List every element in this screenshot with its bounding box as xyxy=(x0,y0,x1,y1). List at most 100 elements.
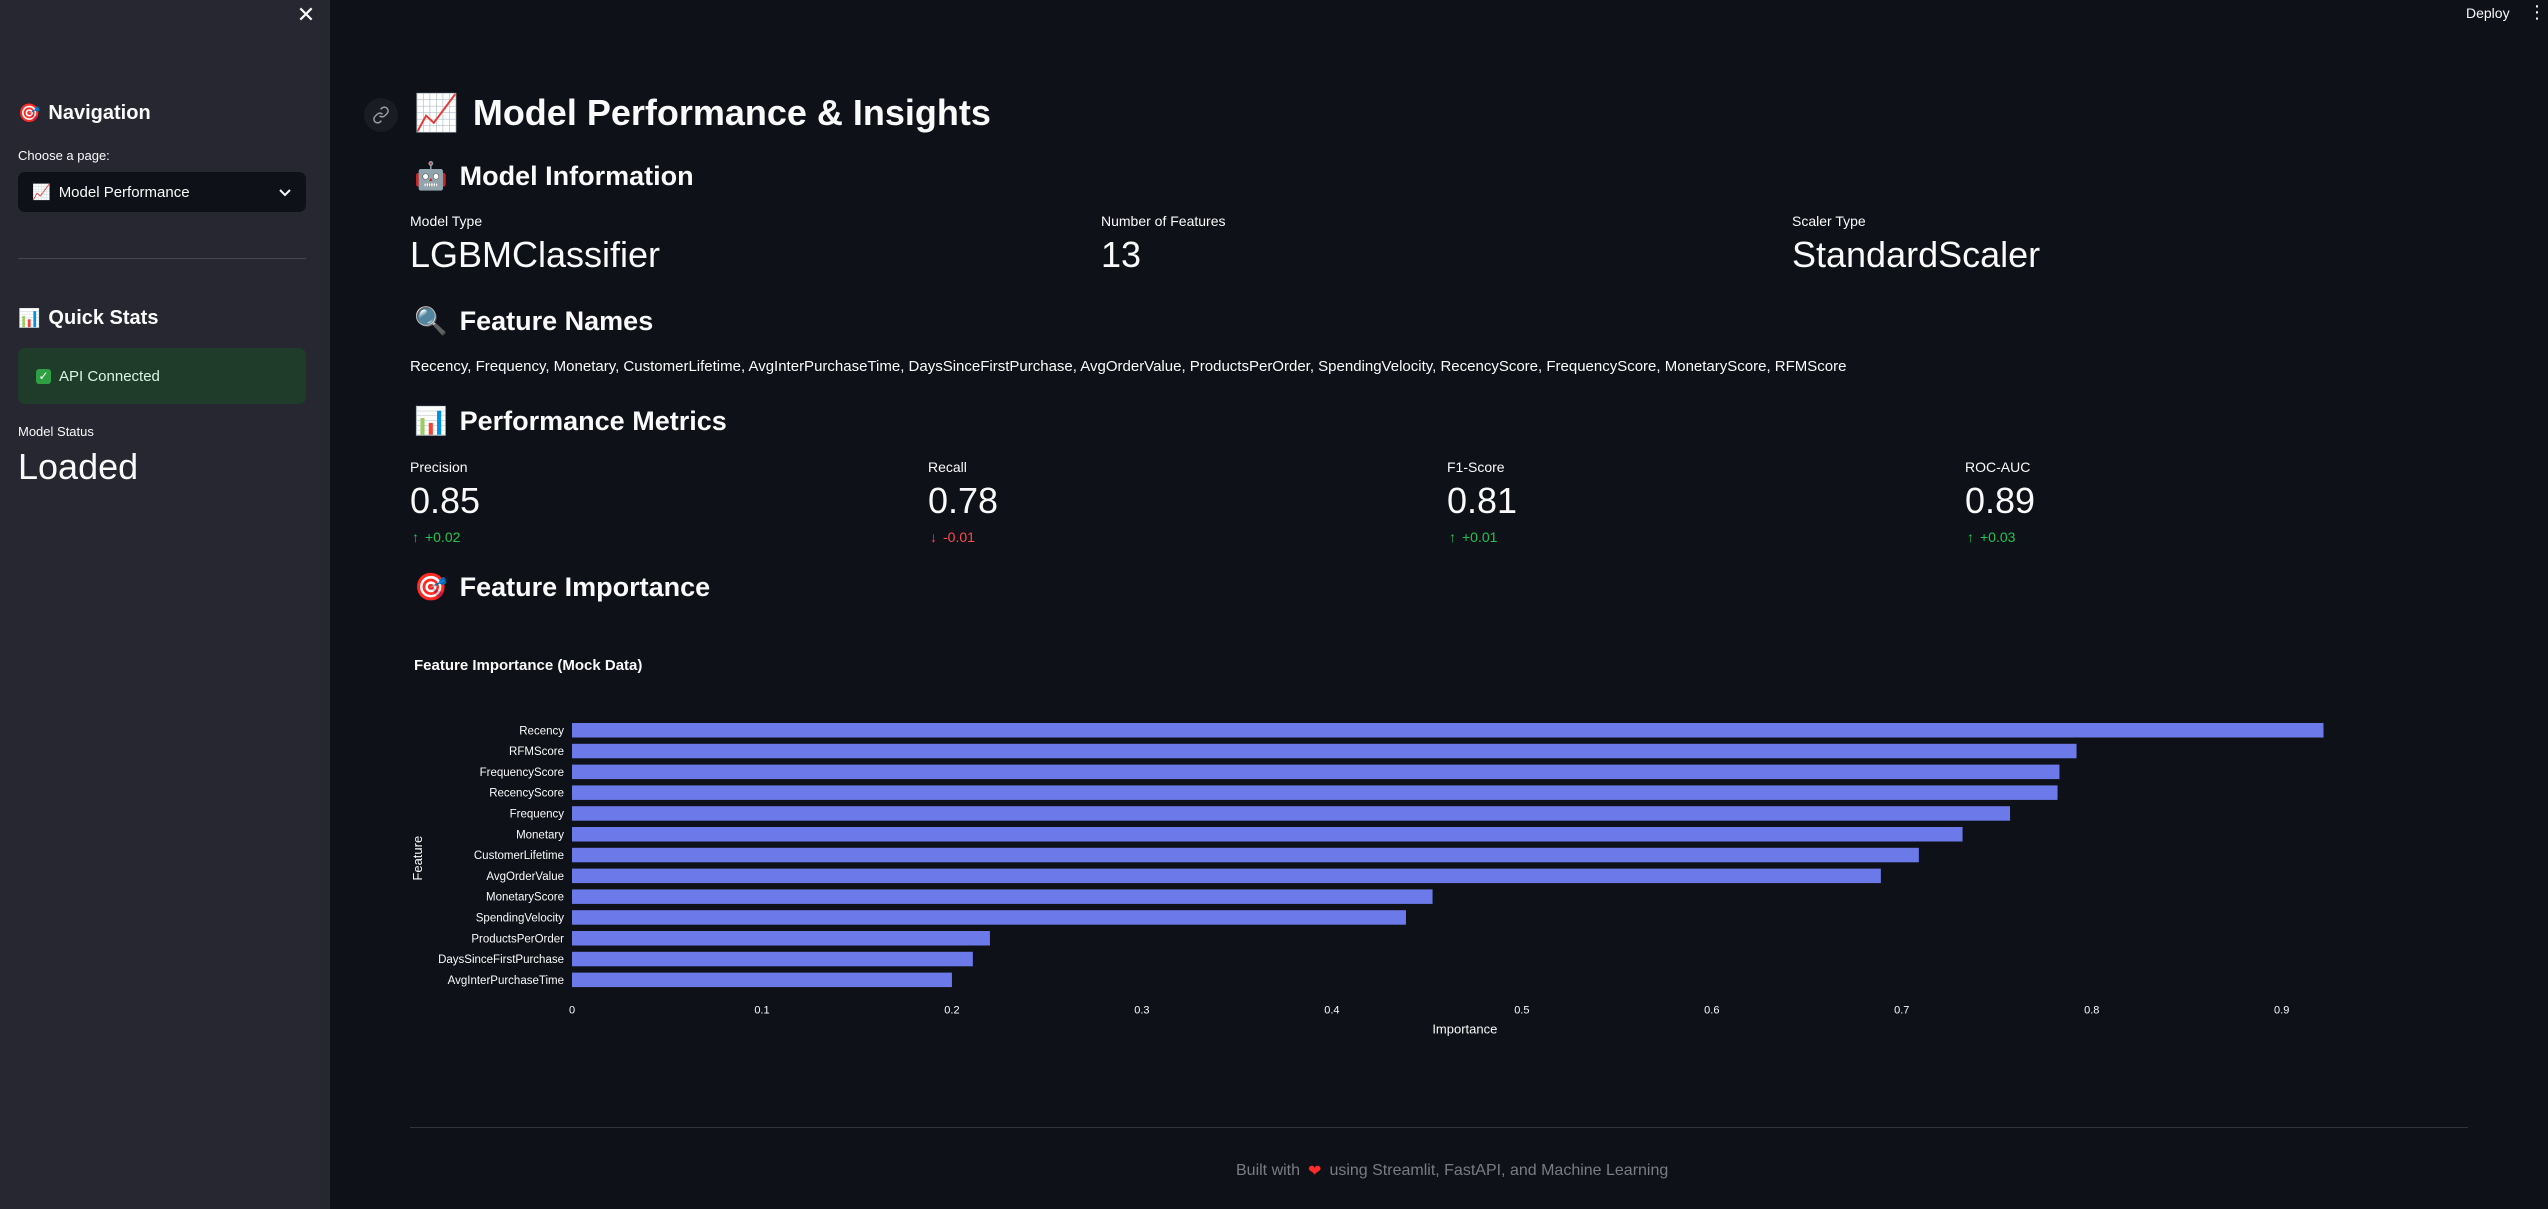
arrow-up-icon: ↑ xyxy=(1449,529,1456,545)
y-tick-label: DaysSinceFirstPurchase xyxy=(438,954,564,966)
chart-bar xyxy=(572,889,1433,904)
metric-label: Scaler Type xyxy=(1792,213,1866,229)
x-tick-label: 0.4 xyxy=(1324,1004,1339,1016)
chart-up-icon: 📈 xyxy=(414,92,459,133)
model-info-heading-text: Model Information xyxy=(459,160,694,191)
chart-bar xyxy=(572,868,1881,884)
x-axis-label: Importance xyxy=(1432,1021,1497,1036)
api-status-text: API Connected xyxy=(59,367,160,385)
page-title: 📈 Model Performance & Insights xyxy=(414,92,991,134)
metric-delta-value: -0.01 xyxy=(943,529,975,545)
metric-delta-value: +0.03 xyxy=(1980,529,2016,545)
link-icon[interactable] xyxy=(364,98,398,132)
model-status-label: Model Status xyxy=(18,424,94,439)
chart-bar xyxy=(572,827,1963,842)
y-tick-label: Monetary xyxy=(516,829,564,841)
navigation-heading: 🎯 Navigation xyxy=(18,102,151,125)
footer-text-before: Built with xyxy=(1236,1162,1301,1179)
chart-bar xyxy=(572,764,2060,780)
chart-bar xyxy=(572,723,2324,738)
chart-bar xyxy=(572,951,973,967)
chevron-down-icon xyxy=(279,189,291,197)
chart-bar xyxy=(572,806,2011,821)
model-status-value: Loaded xyxy=(18,446,139,487)
x-tick-label: 0.5 xyxy=(1514,1004,1529,1016)
footer-divider xyxy=(410,1127,2468,1128)
arrow-down-icon: ↓ xyxy=(930,529,937,545)
performance-heading-text: Performance Metrics xyxy=(459,405,727,436)
metric-label: ROC-AUC xyxy=(1965,459,2031,475)
y-tick-label: Frequency xyxy=(510,808,565,820)
footer: Built with ❤ using Streamlit, FastAPI, a… xyxy=(1236,1161,1668,1181)
y-tick-label: AvgOrderValue xyxy=(486,871,564,883)
arrow-up-icon: ↑ xyxy=(412,529,419,545)
metric-value: StandardScaler xyxy=(1792,234,2041,275)
metric-label: Number of Features xyxy=(1101,213,1226,229)
chart-bar xyxy=(572,847,1919,863)
model-info-heading: 🤖 Model Information xyxy=(414,160,694,192)
robot-icon: 🤖 xyxy=(414,161,448,191)
y-tick-label: ProductsPerOrder xyxy=(471,933,564,945)
y-tick-label: RecencyScore xyxy=(489,788,564,800)
target-icon: 🎯 xyxy=(414,572,448,602)
feature-names-heading-text: Feature Names xyxy=(459,305,654,336)
target-icon: 🎯 xyxy=(18,103,41,123)
page-select[interactable]: 📈 Model Performance xyxy=(18,172,306,212)
selected-page: Model Performance xyxy=(58,183,190,201)
x-tick-label: 0 xyxy=(569,1004,575,1016)
arrow-up-icon: ↑ xyxy=(1967,529,1974,545)
metric-label: Recall xyxy=(928,459,967,475)
magnifier-icon: 🔍 xyxy=(414,306,448,336)
heart-icon: ❤ xyxy=(1308,1163,1322,1180)
chart-bar xyxy=(572,972,952,988)
close-sidebar-icon[interactable]: ✕ xyxy=(296,4,316,26)
metric-value: 0.89 xyxy=(1965,480,2036,521)
chart-bar xyxy=(572,910,1406,925)
metric-delta-value: +0.01 xyxy=(1462,529,1498,545)
metric-delta-value: +0.02 xyxy=(425,529,461,545)
x-tick-label: 0.2 xyxy=(944,1004,959,1016)
feature-importance-chart: Recency RFMScore FrequencyScore RecencyScor… xyxy=(410,723,2324,1036)
y-tick-label: AvgInterPurchaseTime xyxy=(448,975,564,987)
feature-names-text: Recency, Frequency, Monetary, CustomerLi… xyxy=(410,358,1847,375)
footer-text-after: using Streamlit, FastAPI, and Machine Le… xyxy=(1329,1162,1669,1179)
sidebar-divider xyxy=(18,258,306,259)
y-tick-label: FrequencyScore xyxy=(480,767,564,779)
metric-delta: ↑ +0.03 xyxy=(1967,529,2015,545)
y-tick-label: MonetaryScore xyxy=(486,892,564,904)
metric-value: 0.85 xyxy=(410,480,481,521)
x-tick-label: 0.8 xyxy=(2084,1004,2099,1016)
deploy-button[interactable]: Deploy xyxy=(2466,5,2510,21)
choose-page-label: Choose a page: xyxy=(18,148,110,163)
quick-stats-heading: 📊 Quick Stats xyxy=(18,307,158,330)
metric-delta: ↑ +0.01 xyxy=(1449,529,1497,545)
app-root: ✕ 🎯 Navigation Choose a page: 📈 Model Pe… xyxy=(0,0,2548,1209)
metric-delta: ↑ +0.02 xyxy=(412,529,460,545)
x-tick-label: 0.3 xyxy=(1134,1004,1149,1016)
metric-value: LGBMClassifier xyxy=(410,234,661,275)
chart-bar xyxy=(572,785,2058,800)
metric-label: Precision xyxy=(410,459,468,475)
sidebar: ✕ 🎯 Navigation Choose a page: 📈 Model Pe… xyxy=(0,0,330,1209)
bar-chart-icon: 📊 xyxy=(414,406,448,436)
metric-value: 0.81 xyxy=(1447,480,1518,521)
x-tick-label: 0.9 xyxy=(2274,1004,2289,1016)
main-menu-icon[interactable]: ⋮ xyxy=(2528,2,2546,23)
importance-heading: 🎯 Feature Importance xyxy=(414,571,710,603)
feature-names-heading: 🔍 Feature Names xyxy=(414,305,653,337)
importance-heading-text: Feature Importance xyxy=(459,571,711,602)
page-title-text: Model Performance & Insights xyxy=(472,92,991,133)
check-mark-icon: ✓ xyxy=(36,368,51,384)
y-tick-label: RFMScore xyxy=(509,746,564,758)
bar-chart-icon: 📊 xyxy=(18,308,41,328)
api-status-alert: ✓ API Connected xyxy=(18,348,306,404)
metric-value: 13 xyxy=(1101,234,1142,275)
y-axis-label: Feature xyxy=(410,836,425,881)
navigation-title: Navigation xyxy=(48,102,151,124)
quick-stats-title: Quick Stats xyxy=(48,307,159,329)
y-tick-label: Recency xyxy=(519,725,564,737)
metric-label: F1-Score xyxy=(1447,459,1505,475)
performance-heading: 📊 Performance Metrics xyxy=(414,405,727,437)
chart-bar xyxy=(572,931,990,946)
x-tick-label: 0.7 xyxy=(1894,1004,1909,1016)
